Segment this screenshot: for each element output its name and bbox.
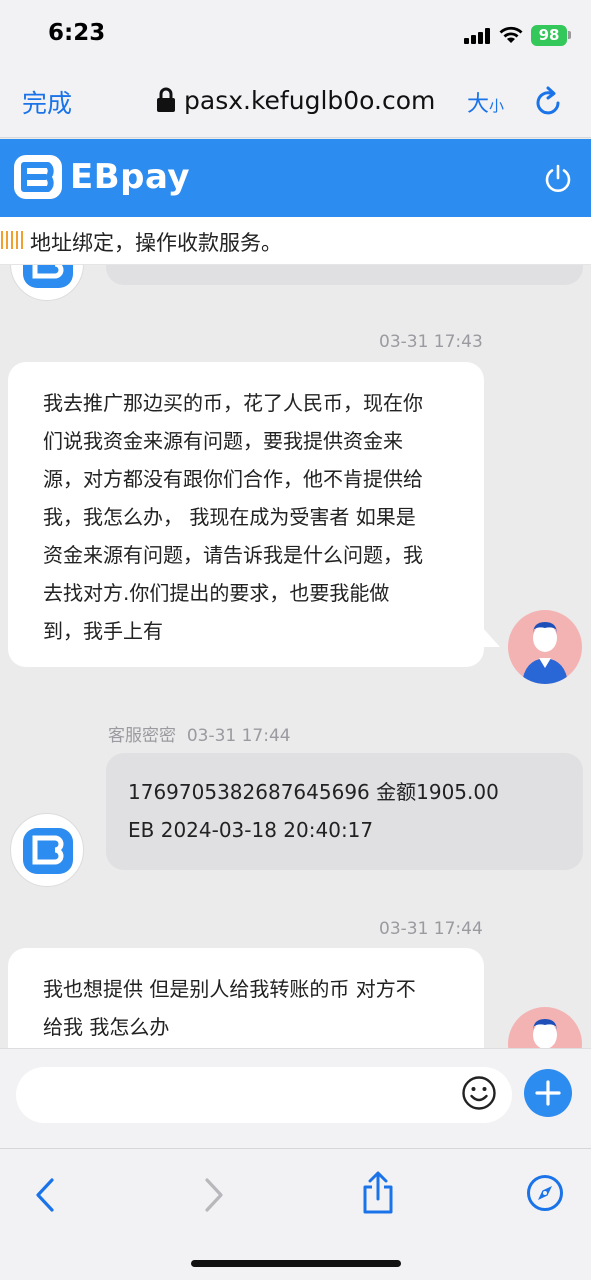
text-size-big: 大 [467, 92, 490, 117]
text-size-button[interactable]: 大小 [467, 86, 504, 118]
compass-icon[interactable] [525, 1173, 565, 1213]
reload-icon[interactable] [534, 85, 564, 117]
notice-banner: 地址绑定，操作收款服务。 [0, 217, 591, 265]
plus-icon [535, 1080, 561, 1106]
notice-icon [1, 231, 23, 249]
message-line: 1769705382687645696 金额1905.00 [128, 780, 499, 804]
ebpay-logo-icon [14, 155, 62, 199]
url-text: pasx.kefuglb0o.com [184, 85, 436, 115]
signal-icon [464, 28, 490, 44]
message-timestamp: 03-31 17:43 [379, 332, 483, 352]
user-message-bubble: 我也想提供 但是别人给我转账的币 对方不 给我 我怎么办 [8, 948, 484, 1048]
message-sender-meta: 客服密密 03-31 17:44 [108, 721, 291, 746]
agent-avatar [10, 265, 84, 301]
message-line: 到，我手上有 [43, 619, 163, 643]
agent-avatar [10, 813, 84, 887]
message-line: 源，对方都没有跟你们合作，他不肯提供给 [43, 467, 423, 491]
message-line: 去找对方.你们提出的要求，也要我能做 [43, 581, 390, 605]
message-line: 给我 我怎么办 [43, 1015, 170, 1039]
address-bar[interactable]: pasx.kefuglb0o.com [156, 84, 435, 116]
status-time: 6:23 [48, 20, 106, 46]
lock-icon [157, 87, 175, 112]
message-line: EB 2024-03-18 20:40:17 [128, 818, 374, 842]
message-line: 们说我资金来源有问题，要我提供资金来 [43, 429, 403, 453]
agent-message-bubble: 1769705382687645696 金额1905.00 EB 2024-03… [106, 753, 583, 870]
message-line: 我，我怎么办， 我现在成为受害者 如果是 [43, 505, 416, 529]
home-indicator [191, 1260, 401, 1267]
message-line: 我去推广那边买的币，花了人民币，现在你 [43, 391, 423, 415]
screen: 6:23 98 完成 pasx.kefuglb0o.com 大小 EBpay 地… [0, 0, 591, 1280]
notice-text: 地址绑定，操作收款服务。 [30, 231, 282, 255]
agent-logo-icon [23, 265, 73, 288]
smiley-icon[interactable] [461, 1075, 497, 1111]
user-avatar [508, 610, 582, 684]
app-logo-text: EBpay [70, 157, 191, 197]
agent-logo-icon [23, 828, 73, 874]
share-icon[interactable] [360, 1171, 396, 1215]
message-input[interactable] [16, 1067, 512, 1123]
wifi-icon [499, 26, 523, 43]
battery-cap [568, 31, 571, 39]
battery-level: 98 [531, 25, 567, 46]
message-line: 资金来源有问题，请告诉我是什么问题，我 [43, 543, 423, 567]
browser-top-bar: 6:23 98 完成 pasx.kefuglb0o.com 大小 [0, 0, 591, 138]
chat-bubble-partial [106, 265, 583, 285]
chevron-left-icon[interactable] [34, 1177, 56, 1213]
user-message-bubble: 我去推广那边买的币，花了人民币，现在你 们说我资金来源有问题，要我提供资金来 源… [8, 362, 484, 667]
user-avatar [508, 1007, 582, 1048]
power-icon[interactable] [542, 163, 574, 195]
user-avatar-icon [533, 1019, 557, 1048]
message-timestamp: 03-31 17:44 [379, 919, 483, 939]
bubble-tail [482, 627, 500, 647]
chevron-right-icon[interactable] [203, 1177, 225, 1213]
done-button[interactable]: 完成 [22, 84, 72, 120]
app-header: EBpay [0, 139, 591, 217]
text-size-small: 小 [489, 97, 505, 115]
chat-area[interactable]: 03-31 17:43 我去推广那边买的币，花了人民币，现在你 们说我资金来源有… [0, 265, 591, 1048]
message-sender: 客服密密 [108, 726, 176, 746]
message-line: 我也想提供 但是别人给我转账的币 对方不 [43, 977, 416, 1001]
add-button[interactable] [524, 1069, 572, 1117]
user-avatar-icon [522, 622, 568, 684]
message-timestamp: 03-31 17:44 [186, 726, 291, 746]
message-input-bar [0, 1048, 591, 1148]
